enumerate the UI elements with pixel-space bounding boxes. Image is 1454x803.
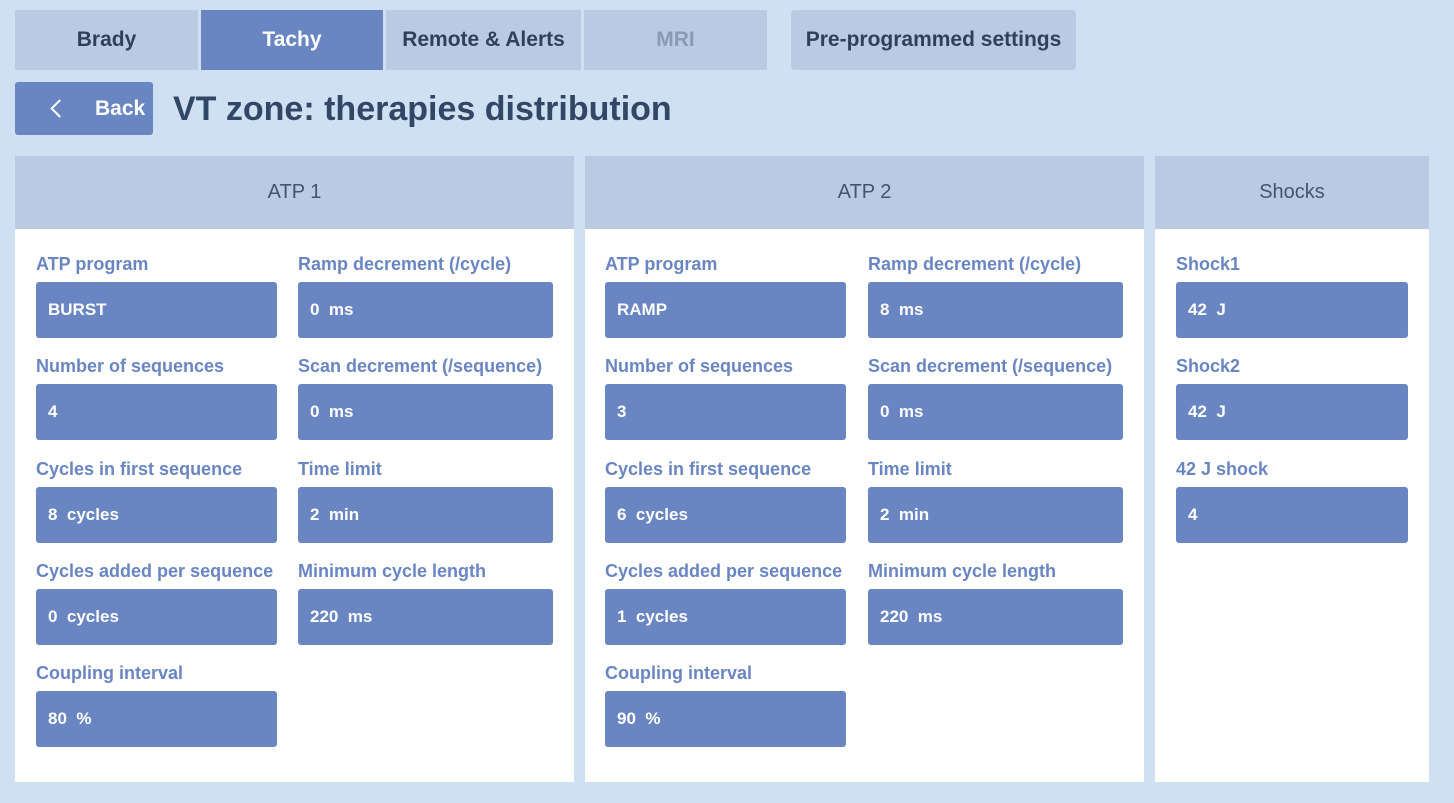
- atp1-cycles-added-value[interactable]: 0 cycles: [36, 589, 277, 645]
- atp1-atp-program-value[interactable]: BURST: [36, 282, 277, 338]
- back-button[interactable]: Back: [15, 82, 153, 135]
- field-label: Time limit: [298, 458, 382, 479]
- field-label: Minimum cycle length: [298, 560, 487, 581]
- atp2-number-of-sequences-value[interactable]: 3: [605, 384, 846, 440]
- shock2-value[interactable]: 42 J: [1176, 384, 1408, 440]
- atp2-ramp-decrement-value[interactable]: 8 ms: [868, 282, 1123, 338]
- atp1-coupling-interval-value[interactable]: 80 %: [36, 691, 277, 747]
- atp1-panel-header: ATP 1: [15, 156, 574, 229]
- field-label: Number of sequences: [605, 355, 794, 376]
- shock1-value[interactable]: 42 J: [1176, 282, 1408, 338]
- atp2-min-cycle-length-value[interactable]: 220 ms: [868, 589, 1123, 645]
- atp1-cycles-first-sequence-value[interactable]: 8 cycles: [36, 487, 277, 543]
- field-label: Cycles in first sequence: [36, 458, 243, 479]
- field-label: Time limit: [868, 458, 952, 479]
- field-label: 42 J shock: [1176, 458, 1269, 479]
- atp2-cycles-added-value[interactable]: 1 cycles: [605, 589, 846, 645]
- tab-remote-alerts[interactable]: Remote & Alerts: [386, 10, 581, 70]
- tab-mri[interactable]: MRI: [584, 10, 767, 70]
- field-label: Scan decrement (/sequence): [868, 355, 1113, 376]
- atp2-panel-header: ATP 2: [585, 156, 1144, 229]
- atp2-panel: ATP 2 ATP program RAMP Ramp decrement (/…: [585, 156, 1144, 782]
- atp1-ramp-decrement-value[interactable]: 0 ms: [298, 282, 553, 338]
- atp2-time-limit-value[interactable]: 2 min: [868, 487, 1123, 543]
- atp2-scan-decrement-value[interactable]: 0 ms: [868, 384, 1123, 440]
- field-label: Coupling interval: [605, 662, 753, 683]
- tab-pre-programmed-settings[interactable]: Pre-programmed settings: [791, 10, 1076, 70]
- field-label: Minimum cycle length: [868, 560, 1057, 581]
- atp2-atp-program-value[interactable]: RAMP: [605, 282, 846, 338]
- atp1-min-cycle-length-value[interactable]: 220 ms: [298, 589, 553, 645]
- field-label: ATP program: [605, 253, 718, 274]
- atp1-number-of-sequences-value[interactable]: 4: [36, 384, 277, 440]
- atp2-cycles-first-sequence-value[interactable]: 6 cycles: [605, 487, 846, 543]
- atp1-panel: ATP 1 ATP program BURST Ramp decrement (…: [15, 156, 574, 782]
- tab-brady[interactable]: Brady: [15, 10, 198, 70]
- field-label: Ramp decrement (/cycle): [868, 253, 1082, 274]
- atp1-scan-decrement-value[interactable]: 0 ms: [298, 384, 553, 440]
- field-label: Cycles added per sequence: [605, 560, 843, 581]
- shocks-panel: Shocks Shock1 42 J Shock2 42 J 42 J shoc…: [1155, 156, 1429, 782]
- field-label: Number of sequences: [36, 355, 225, 376]
- shocks-panel-header: Shocks: [1155, 156, 1429, 229]
- field-label: Scan decrement (/sequence): [298, 355, 543, 376]
- field-label: Cycles in first sequence: [605, 458, 812, 479]
- field-label: Shock2: [1176, 355, 1241, 376]
- tab-tachy[interactable]: Tachy: [201, 10, 383, 70]
- field-label: Cycles added per sequence: [36, 560, 274, 581]
- field-label: Shock1: [1176, 253, 1241, 274]
- back-button-label: Back: [95, 96, 146, 120]
- atp2-coupling-interval-value[interactable]: 90 %: [605, 691, 846, 747]
- atp1-time-limit-value[interactable]: 2 min: [298, 487, 553, 543]
- shock-42j-count-value[interactable]: 4: [1176, 487, 1408, 543]
- field-label: ATP program: [36, 253, 149, 274]
- page-title: VT zone: therapies distribution: [173, 89, 672, 128]
- field-label: Coupling interval: [36, 662, 184, 683]
- chevron-left-icon: [50, 99, 69, 118]
- field-label: Ramp decrement (/cycle): [298, 253, 512, 274]
